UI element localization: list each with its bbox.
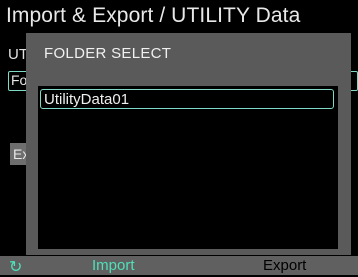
folder-list-item[interactable]: UtilityData01 xyxy=(40,89,334,109)
refresh-icon[interactable]: ↻ xyxy=(9,257,22,277)
page-title: Import & Export / UTILITY Data xyxy=(6,4,301,27)
dialog-title: FOLDER SELECT xyxy=(44,45,172,62)
bottom-action-bar: ↻ Import Export xyxy=(0,256,358,277)
folder-name: UtilityData01 xyxy=(44,91,130,108)
section-label-partial: UT xyxy=(8,46,28,63)
export-button[interactable]: Export xyxy=(263,257,306,274)
folder-list[interactable]: UtilityData01 xyxy=(38,86,338,249)
folder-select-dialog: FOLDER SELECT UtilityData01 xyxy=(26,33,351,255)
folder-field-label: Fo xyxy=(11,72,28,88)
import-button[interactable]: Import xyxy=(92,257,135,274)
